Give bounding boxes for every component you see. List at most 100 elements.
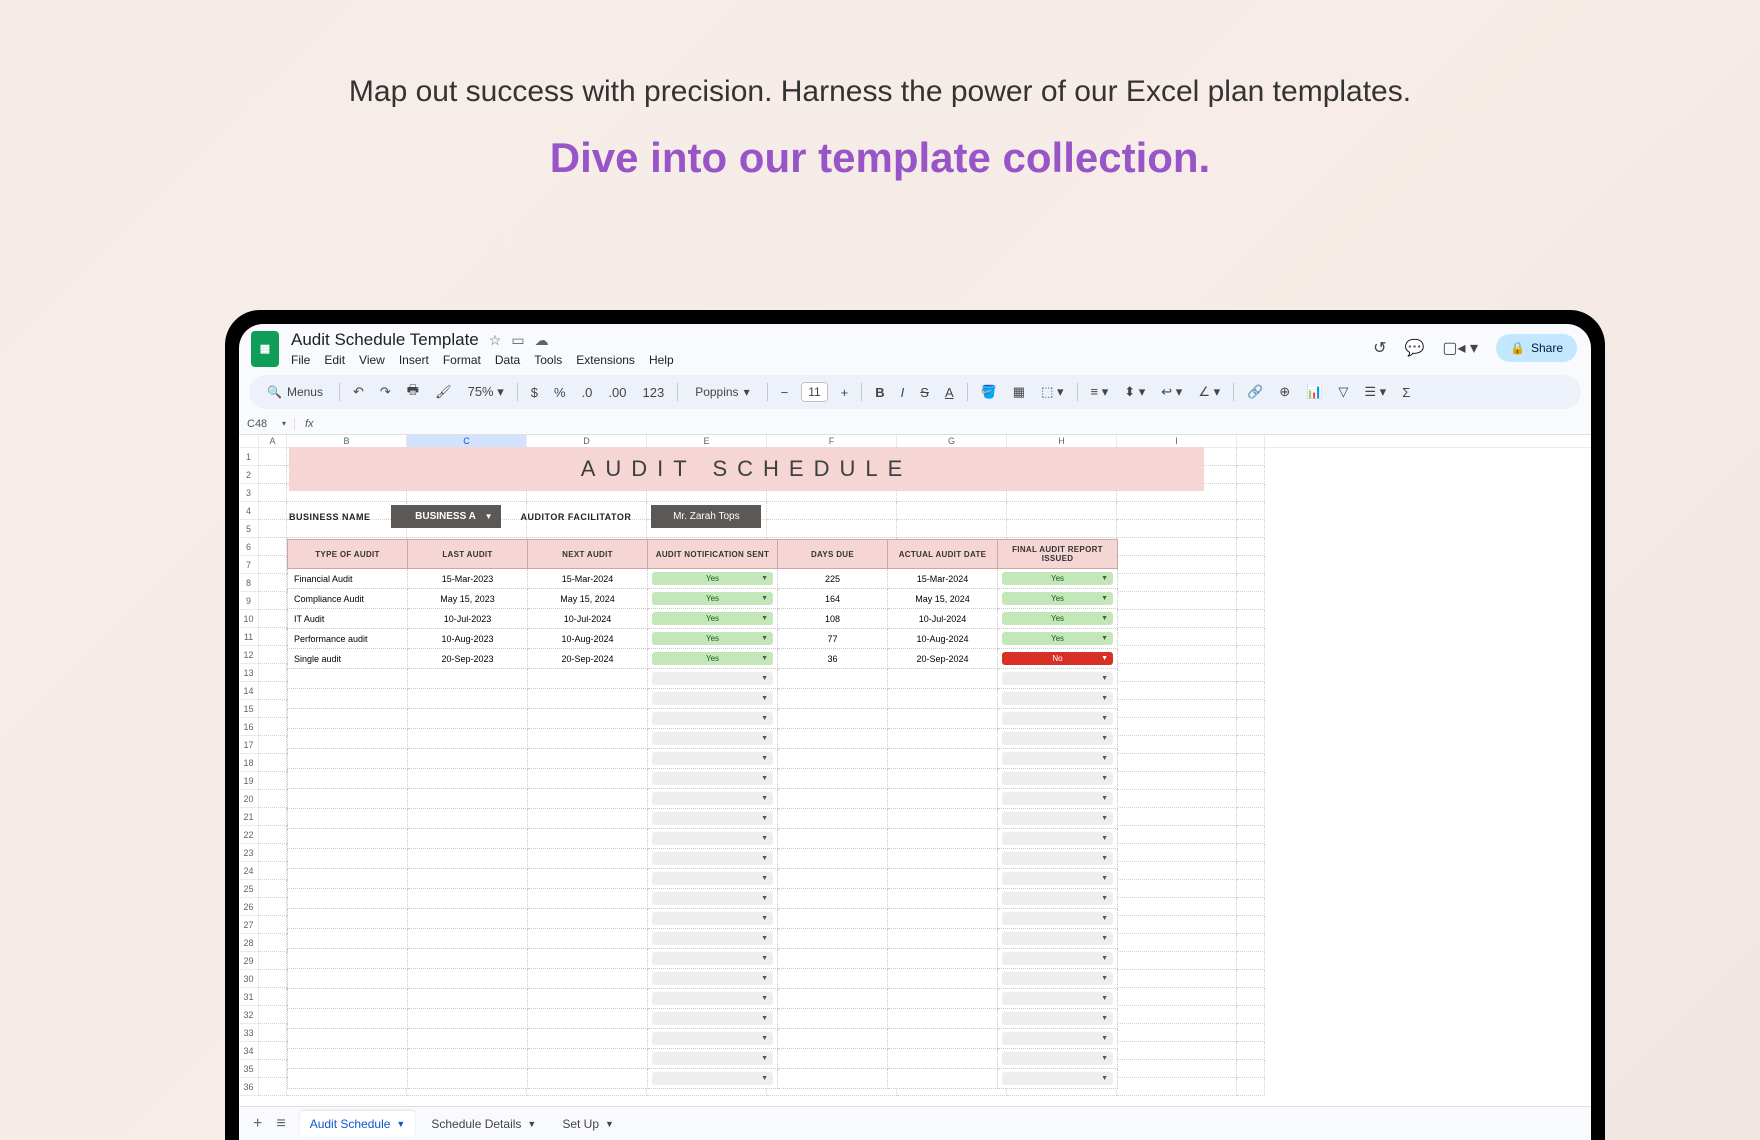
status-pill[interactable]: ▼ — [652, 912, 773, 925]
cell-last[interactable]: 10-Jul-2023 — [408, 609, 528, 629]
fill-color-button[interactable]: 🪣 — [978, 382, 1000, 402]
cell-type[interactable]: Financial Audit — [288, 569, 408, 589]
merge-button[interactable]: ⬚ ▾ — [1038, 382, 1066, 402]
cell-last[interactable]: 10-Aug-2023 — [408, 629, 528, 649]
valign-button[interactable]: ⬍ ▾ — [1121, 382, 1148, 402]
cell-final[interactable]: No▼ — [998, 649, 1118, 669]
cell-actual[interactable]: 10-Jul-2024 — [888, 609, 998, 629]
status-pill[interactable]: ▼ — [1002, 692, 1113, 705]
status-pill[interactable]: ▼ — [652, 832, 773, 845]
functions-button[interactable]: Σ — [1399, 383, 1413, 402]
status-pill[interactable]: ▼ — [652, 972, 773, 985]
status-pill[interactable]: ▼ — [1002, 732, 1113, 745]
menu-file[interactable]: File — [291, 353, 310, 367]
wrap-button[interactable]: ↩ ▾ — [1158, 382, 1185, 402]
search-menus[interactable]: 🔍 Menus — [261, 383, 329, 401]
status-pill[interactable]: ▼ — [652, 732, 773, 745]
cell-days[interactable]: 225 — [778, 569, 888, 589]
cell-next[interactable]: 20-Sep-2024 — [528, 649, 648, 669]
status-pill[interactable]: ▼ — [652, 952, 773, 965]
status-pill[interactable]: ▼ — [652, 1072, 773, 1085]
undo-icon[interactable]: ↶ — [350, 382, 367, 402]
status-pill[interactable]: ▼ — [652, 772, 773, 785]
rotate-button[interactable]: ∠ ▾ — [1195, 382, 1223, 402]
cell-last[interactable]: May 15, 2023 — [408, 589, 528, 609]
cell-last[interactable]: 15-Mar-2023 — [408, 569, 528, 589]
business-name-select[interactable]: BUSINESS A ▼ — [391, 505, 501, 528]
status-pill[interactable]: Yes▼ — [1002, 572, 1113, 585]
cell-final[interactable]: Yes▼ — [998, 569, 1118, 589]
cloud-status-icon[interactable]: ☁ — [535, 332, 549, 349]
tab-schedule-details[interactable]: Schedule Details▼ — [421, 1111, 546, 1137]
status-pill[interactable]: ▼ — [1002, 872, 1113, 885]
cell-actual[interactable]: 10-Aug-2024 — [888, 629, 998, 649]
cell-type[interactable]: IT Audit — [288, 609, 408, 629]
cell-days[interactable]: 164 — [778, 589, 888, 609]
status-pill[interactable]: ▼ — [652, 892, 773, 905]
column-header[interactable]: TYPE OF AUDIT — [288, 540, 408, 569]
cell-actual[interactable]: 20-Sep-2024 — [888, 649, 998, 669]
status-pill[interactable]: ▼ — [1002, 752, 1113, 765]
status-pill[interactable]: Yes▼ — [1002, 632, 1113, 645]
borders-button[interactable]: ▦ — [1010, 382, 1028, 402]
sheets-logo-icon[interactable]: ▦ — [251, 331, 279, 367]
cell-final[interactable]: Yes▼ — [998, 589, 1118, 609]
cell-next[interactable]: 10-Jul-2024 — [528, 609, 648, 629]
column-header[interactable]: FINAL AUDIT REPORT ISSUED — [998, 540, 1118, 569]
comment-button[interactable]: ⊕ — [1276, 382, 1293, 402]
font-size-input[interactable]: 11 — [801, 382, 827, 402]
status-pill[interactable]: ▼ — [652, 672, 773, 685]
status-pill[interactable]: ▼ — [1002, 932, 1113, 945]
status-pill[interactable]: ▼ — [1002, 852, 1113, 865]
decrease-decimal-button[interactable]: .0 — [579, 383, 596, 402]
cell-sent[interactable]: Yes▼ — [648, 609, 778, 629]
strike-button[interactable]: S — [917, 383, 932, 402]
status-pill[interactable]: Yes▼ — [652, 612, 773, 625]
filter-button[interactable]: ▽ — [1335, 382, 1351, 402]
percent-button[interactable]: % — [551, 383, 569, 402]
document-title[interactable]: Audit Schedule Template — [291, 330, 479, 350]
cell-next[interactable]: 10-Aug-2024 — [528, 629, 648, 649]
status-pill[interactable]: ▼ — [652, 1012, 773, 1025]
tab-set-up[interactable]: Set Up▼ — [552, 1111, 624, 1137]
status-pill[interactable]: ▼ — [1002, 672, 1113, 685]
status-pill[interactable]: ▼ — [1002, 712, 1113, 725]
redo-icon[interactable]: ↷ — [377, 382, 394, 402]
status-pill[interactable]: ▼ — [652, 712, 773, 725]
status-pill[interactable]: Yes▼ — [652, 632, 773, 645]
cell-actual[interactable]: May 15, 2024 — [888, 589, 998, 609]
cell-days[interactable]: 36 — [778, 649, 888, 669]
status-pill[interactable]: ▼ — [652, 992, 773, 1005]
status-pill[interactable]: ▼ — [652, 1032, 773, 1045]
star-icon[interactable]: ☆ — [489, 332, 502, 349]
status-pill[interactable]: ▼ — [652, 812, 773, 825]
status-pill[interactable]: ▼ — [652, 752, 773, 765]
status-pill[interactable]: Yes▼ — [652, 572, 773, 585]
menu-view[interactable]: View — [359, 353, 385, 367]
cell-next[interactable]: May 15, 2024 — [528, 589, 648, 609]
status-pill[interactable]: ▼ — [1002, 912, 1113, 925]
status-pill[interactable]: ▼ — [1002, 1072, 1113, 1085]
filter-views-button[interactable]: ☰ ▾ — [1361, 382, 1389, 402]
status-pill[interactable]: Yes▼ — [1002, 612, 1113, 625]
cell-type[interactable]: Compliance Audit — [288, 589, 408, 609]
status-pill[interactable]: No▼ — [1002, 652, 1113, 665]
share-button[interactable]: 🔒 Share — [1496, 334, 1577, 362]
status-pill[interactable]: ▼ — [652, 852, 773, 865]
status-pill[interactable]: ▼ — [1002, 952, 1113, 965]
status-pill[interactable]: ▼ — [652, 692, 773, 705]
text-color-button[interactable]: A — [942, 383, 957, 402]
status-pill[interactable]: ▼ — [652, 932, 773, 945]
paint-format-icon[interactable]: 🖌 — [432, 382, 455, 402]
font-select[interactable]: Poppins ▾ — [688, 382, 756, 402]
menu-extensions[interactable]: Extensions — [576, 353, 635, 367]
status-pill[interactable]: Yes▼ — [652, 592, 773, 605]
add-sheet-button[interactable]: + — [253, 1115, 262, 1133]
cell-days[interactable]: 108 — [778, 609, 888, 629]
meet-icon[interactable]: ▢◂ ▾ — [1442, 338, 1478, 358]
status-pill[interactable]: ▼ — [652, 872, 773, 885]
cell-sent[interactable]: Yes▼ — [648, 589, 778, 609]
menu-edit[interactable]: Edit — [324, 353, 345, 367]
comments-icon[interactable]: 💬 — [1404, 338, 1424, 358]
status-pill[interactable]: Yes▼ — [652, 652, 773, 665]
